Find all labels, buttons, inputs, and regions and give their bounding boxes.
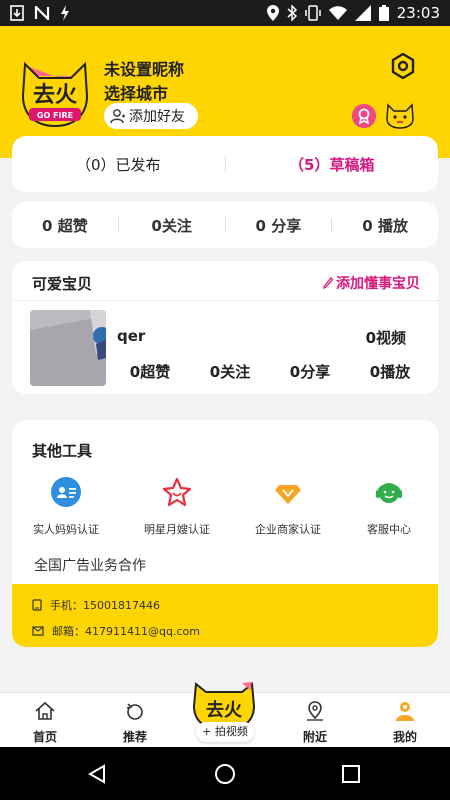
stat-likes[interactable]: 0 超赞 (12, 215, 118, 236)
settings-icon[interactable] (390, 53, 416, 79)
back-icon[interactable] (88, 764, 108, 784)
medal-icon[interactable] (352, 104, 376, 128)
add-friend-label: 添加好友 (129, 109, 185, 125)
svg-text:GO FIRE: GO FIRE (37, 111, 73, 120)
nav-mine[interactable]: 我的 (370, 701, 440, 745)
add-baby-button[interactable]: 添加懂事宝贝 (323, 273, 420, 293)
status-bar: 23:03 (0, 0, 450, 26)
id-card-icon (51, 477, 81, 507)
contact-email-row: 邮箱：417911411@qq.com (32, 623, 200, 639)
status-time: 23:03 (396, 4, 440, 22)
mail-icon (32, 626, 44, 636)
phone-icon (32, 599, 42, 611)
nav-home[interactable]: 首页 (10, 701, 80, 745)
tool-label: 企业商家认证 (255, 523, 321, 536)
tool-label: 实人妈妈认证 (33, 523, 99, 536)
download-icon (10, 5, 24, 21)
diamond-icon (275, 485, 301, 504)
baby-stat-shares: 0分享 (289, 363, 331, 381)
headset-icon (376, 483, 402, 503)
post-tabs-card: （0）已发布 （5）草稿箱 (12, 136, 438, 192)
star-icon (162, 477, 192, 507)
tool-mom-verify[interactable]: 实人妈妈认证 (16, 477, 116, 537)
tab-published[interactable]: （0）已发布 (12, 154, 225, 175)
baby-photo[interactable] (30, 310, 106, 386)
battery-icon (378, 5, 389, 21)
add-baby-label: 添加懂事宝贝 (336, 276, 420, 292)
nav-label: 首页 (32, 730, 57, 744)
signal-icon (354, 5, 371, 21)
refresh-icon (126, 703, 143, 720)
tools-title: 其他工具 (32, 442, 93, 460)
svg-text:去火: 去火 (206, 699, 243, 721)
city-selector[interactable]: 选择城市 (104, 80, 168, 104)
stat-follows[interactable]: 0关注 (119, 215, 225, 236)
svg-text:去火: 去火 (33, 83, 77, 108)
tools-card: 其他工具 实人妈妈认证 明星月嫂认证 企业商家认证 客服中心 全国广告业务合作 … (12, 420, 438, 647)
baby-stat-follows: 0关注 (209, 363, 251, 381)
user-icon (396, 702, 414, 721)
recents-icon[interactable] (342, 765, 360, 783)
person-icon (110, 109, 125, 124)
contact-info: 手机：15001817446 邮箱：417911411@qq.com (12, 584, 438, 647)
flash-icon (61, 5, 69, 21)
location-icon (266, 5, 279, 21)
bluetooth-icon (287, 5, 297, 21)
baby-section-title: 可爱宝贝 (32, 275, 93, 293)
shoot-video-button[interactable]: + 拍视频 (196, 722, 254, 742)
contact-email[interactable]: 邮箱：417911411@qq.com (52, 623, 200, 639)
home-icon (35, 701, 55, 720)
baby-video-count[interactable]: 0视频 (366, 327, 406, 348)
vibrate-icon (305, 5, 321, 21)
map-pin-icon (307, 701, 323, 721)
nav-label: 附近 (302, 730, 327, 744)
baby-card: 可爱宝贝 添加懂事宝贝 qer 0视频 0超赞 0关注 0分享 0播放 (12, 261, 438, 394)
nav-label: 我的 (392, 730, 417, 744)
photo-content (30, 310, 106, 386)
tool-business-verify[interactable]: 企业商家认证 (238, 477, 338, 537)
nav-nearby[interactable]: 附近 (280, 701, 350, 745)
ad-cooperation-text: 全国广告业务合作 (34, 558, 146, 574)
stat-plays[interactable]: 0 播放 (332, 215, 438, 236)
baby-name[interactable]: qer (117, 327, 145, 345)
wifi-icon (328, 6, 347, 20)
contact-phone-row: 手机：15001817446 (32, 597, 160, 613)
nickname[interactable]: 未设置昵称 (104, 56, 184, 80)
go-fire-logo: 去火 GO FIRE (21, 61, 89, 128)
nav-recommend[interactable]: 推荐 (100, 701, 170, 745)
baby-stat-likes: 0超赞 (129, 363, 171, 381)
news-icon (34, 6, 50, 20)
baby-stat-plays: 0播放 (369, 363, 411, 381)
stats-card: 0 超赞 0关注 0 分享 0 播放 (12, 202, 438, 248)
cat-mascot-icon[interactable] (386, 103, 414, 129)
tool-label: 客服中心 (367, 523, 411, 536)
home-button-icon[interactable] (214, 763, 236, 785)
tool-label: 明星月嫂认证 (144, 523, 210, 536)
baby-stats: 0超赞 0关注 0分享 0播放 (110, 361, 430, 382)
tool-customer-service[interactable]: 客服中心 (339, 477, 438, 537)
contact-phone[interactable]: 手机：15001817446 (50, 597, 160, 613)
tool-nanny-verify[interactable]: 明星月嫂认证 (127, 477, 227, 537)
android-nav-bar (0, 747, 450, 800)
pencil-icon (323, 277, 333, 289)
add-friend-button[interactable]: 添加好友 (104, 103, 198, 129)
tab-drafts[interactable]: （5）草稿箱 (226, 154, 439, 175)
nav-label: 推荐 (122, 730, 147, 744)
stat-shares[interactable]: 0 分享 (226, 215, 332, 236)
divider (12, 300, 438, 301)
